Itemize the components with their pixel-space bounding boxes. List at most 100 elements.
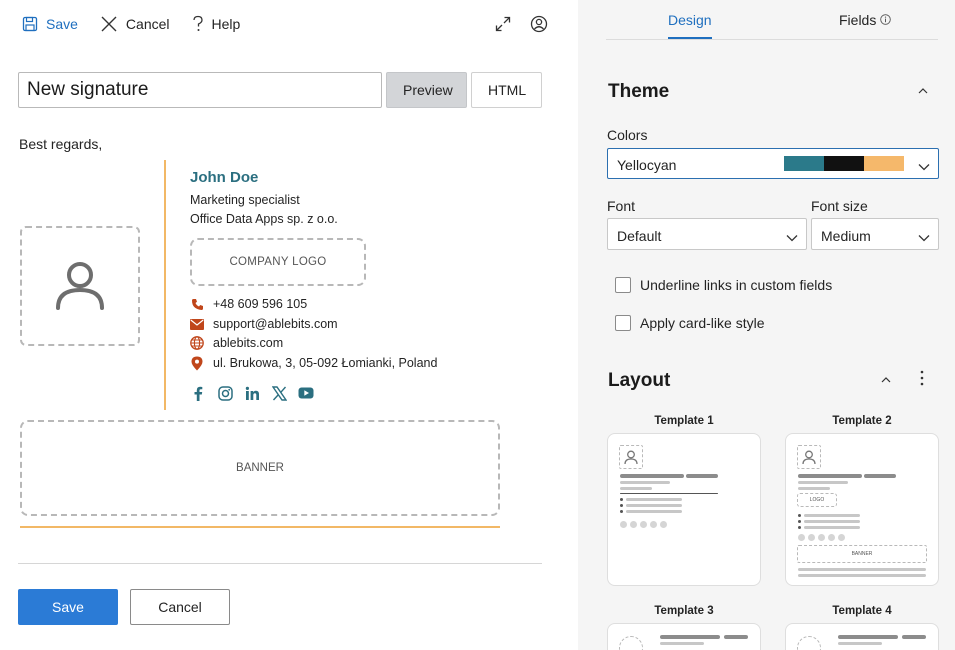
tpl-bar: [804, 514, 860, 517]
signature-bottom-accent-line: [20, 526, 500, 528]
tpl-bar: [686, 474, 718, 478]
email-text: support@ablebits.com: [213, 317, 338, 331]
underline-links-checkbox[interactable]: [615, 277, 631, 293]
signature-job-title: Marketing specialist: [190, 193, 300, 207]
color-swatches: [784, 156, 904, 171]
location-pin-icon: [190, 356, 204, 370]
tpl-bar: [838, 635, 898, 639]
underline-links-label: Underline links in custom fields: [640, 277, 833, 293]
template-3-label: Template 3: [654, 605, 714, 617]
more-vertical-icon[interactable]: [915, 370, 929, 386]
cancel-button[interactable]: Cancel: [130, 589, 230, 625]
photo-placeholder[interactable]: [20, 226, 140, 346]
save-button[interactable]: Save: [18, 589, 118, 625]
facebook-icon[interactable]: [190, 385, 206, 401]
card-style-option[interactable]: Apply card-like style: [615, 315, 765, 331]
tpl-bar: [626, 504, 682, 507]
contact-address: ul. Brukowa, 3, 05-092 Łomianki, Poland: [190, 356, 437, 370]
template-2-card[interactable]: LOGO BANNER: [785, 433, 939, 586]
template-3-card[interactable]: [607, 623, 761, 650]
toolbar-right-group: [494, 10, 548, 38]
person-icon: [619, 445, 643, 469]
html-button[interactable]: HTML: [471, 72, 542, 108]
tpl-bar: [620, 481, 670, 484]
mail-icon: [190, 317, 204, 331]
chevron-down-icon: [918, 158, 930, 176]
signature-person-name: John Doe: [190, 169, 259, 186]
expand-icon[interactable]: [494, 15, 512, 33]
card-style-checkbox[interactable]: [615, 315, 631, 331]
design-panel: Design Fields Theme Colors Yellocyan Fon…: [578, 0, 955, 650]
color-swatch-2: [824, 156, 864, 171]
greeting-text: Best regards,: [19, 136, 103, 152]
tpl-social-dot: [818, 534, 825, 541]
signature-editor: Save Cancel Help Preview HTML Best: [0, 0, 578, 650]
tpl-bar: [804, 526, 860, 529]
panel-tabs: Design Fields: [606, 0, 938, 40]
signature-name-row: Preview HTML: [18, 72, 542, 108]
tpl-social-dot: [650, 521, 657, 528]
tpl-social-dot: [808, 534, 815, 541]
template-4-card[interactable]: [785, 623, 939, 650]
underline-links-option[interactable]: Underline links in custom fields: [615, 277, 832, 293]
font-size-label: Font size: [811, 198, 868, 214]
chevron-up-icon[interactable]: [879, 373, 893, 387]
info-icon: [880, 12, 892, 28]
color-swatch-1: [784, 156, 824, 171]
colors-dropdown[interactable]: Yellocyan: [607, 148, 939, 179]
chevron-down-icon: [786, 229, 798, 247]
theme-section-title: Theme: [608, 81, 670, 102]
linkedin-icon[interactable]: [244, 385, 260, 401]
banner-placeholder[interactable]: BANNER: [20, 420, 500, 516]
tpl-dot: [798, 520, 801, 523]
toolbar-help-button[interactable]: Help: [192, 15, 240, 33]
font-dropdown[interactable]: Default: [607, 218, 807, 250]
phone-icon: [190, 297, 204, 311]
template-1-card[interactable]: [607, 433, 761, 586]
tpl-bar: [660, 642, 704, 645]
template-1-label: Template 1: [654, 415, 714, 427]
signature-vertical-divider: [164, 160, 166, 410]
preview-button[interactable]: Preview: [386, 72, 467, 108]
chevron-up-icon[interactable]: [916, 84, 930, 98]
tab-design[interactable]: Design: [668, 12, 712, 28]
address-text: ul. Brukowa, 3, 05-092 Łomianki, Poland: [213, 356, 438, 370]
tpl-dot: [620, 510, 623, 513]
tpl-banner-box: BANNER: [797, 545, 927, 563]
toolbar-save-button[interactable]: Save: [22, 16, 78, 32]
contact-email: support@ablebits.com: [190, 317, 338, 331]
footer-buttons: Save Cancel: [18, 589, 230, 625]
font-size-dropdown[interactable]: Medium: [811, 218, 939, 250]
tpl-divider: [620, 493, 718, 494]
x-twitter-icon[interactable]: [271, 385, 287, 401]
tpl-bar: [798, 487, 830, 490]
toolbar-cancel-button[interactable]: Cancel: [100, 15, 170, 33]
company-logo-placeholder[interactable]: COMPANY LOGO: [190, 238, 366, 286]
tab-design-underline: [668, 37, 712, 39]
tpl-bar: [620, 474, 684, 478]
instagram-icon[interactable]: [217, 385, 233, 401]
card-style-label: Apply card-like style: [640, 315, 765, 331]
template-4-label: Template 4: [832, 605, 892, 617]
colors-label: Colors: [607, 127, 648, 143]
tpl-dot: [620, 504, 623, 507]
tpl-bar: [626, 510, 682, 513]
youtube-icon[interactable]: [298, 385, 314, 401]
tpl-bar: [724, 635, 748, 639]
toolbar-save-label: Save: [46, 16, 78, 32]
toolbar-cancel-label: Cancel: [125, 16, 170, 32]
signature-name-input[interactable]: [18, 72, 382, 108]
tpl-social-dot: [828, 534, 835, 541]
tpl-logo-box: LOGO: [797, 493, 837, 507]
website-text: ablebits.com: [213, 336, 284, 350]
question-icon: [192, 15, 204, 33]
phone-text: +48 609 596 105: [213, 297, 308, 311]
person-icon: [797, 445, 821, 469]
tpl-social-dot: [630, 521, 637, 528]
tab-fields[interactable]: Fields: [839, 12, 892, 28]
social-links: [190, 385, 314, 401]
signature-company: Office Data Apps sp. z o.o.: [190, 212, 338, 226]
account-icon[interactable]: [530, 15, 548, 33]
tpl-bar: [902, 635, 926, 639]
font-label: Font: [607, 198, 636, 214]
